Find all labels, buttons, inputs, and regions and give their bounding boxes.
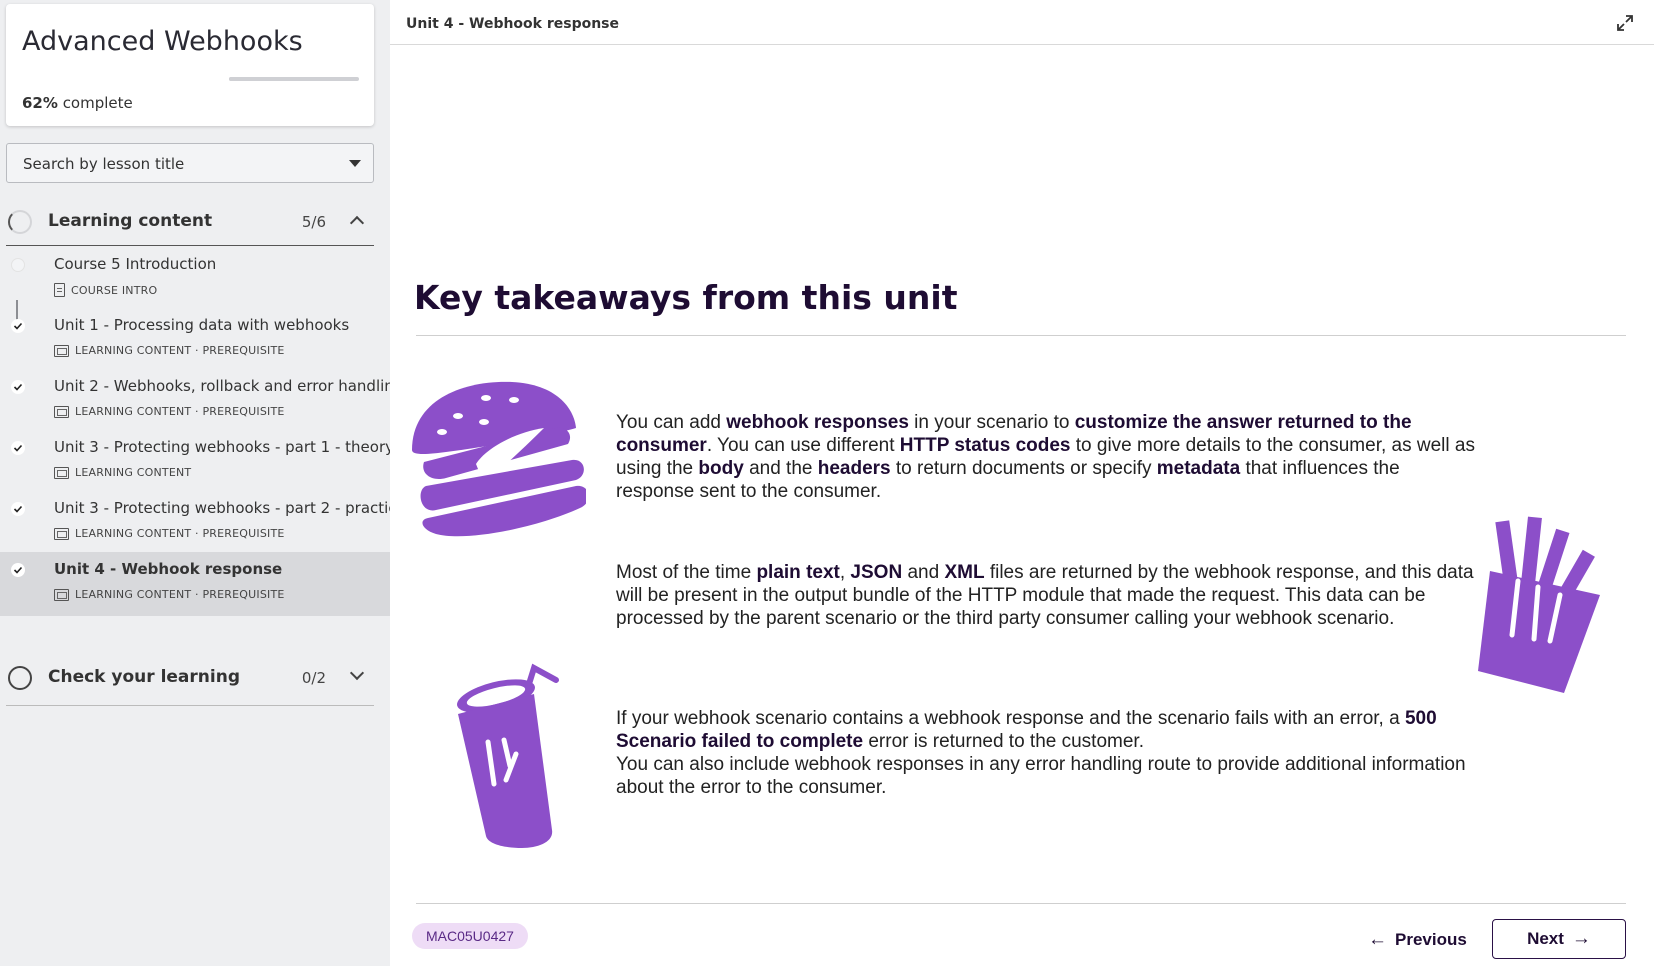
emphasis-text: body [698,458,744,479]
body-text: and the [743,458,818,479]
emphasis-text: XML [944,562,985,583]
course-title: Advanced Webhooks [22,26,303,57]
lesson-item[interactable]: Unit 3 - Protecting webhooks - part 2 - … [0,491,406,555]
search-placeholder: Search by lesson title [23,155,185,173]
expand-icon[interactable] [1616,14,1634,32]
burger-illustration [412,381,586,537]
progress-bar [229,77,359,81]
lesson-title: Unit 2 - Webhooks, rollback and error ha… [54,377,404,395]
previous-button[interactable]: ← Previous [1356,921,1479,959]
lesson-title: Unit 4 - Webhook response [54,560,283,578]
lesson-meta: LEARNING CONTENT · PREREQUISITE [54,527,285,540]
lesson-item[interactable]: Unit 4 - Webhook response LEARNING CONTEN… [0,552,390,616]
lesson-meta: LEARNING CONTENT · PREREQUISITE [54,588,285,601]
status-dot-icon [11,258,25,272]
lesson-meta: LEARNING CONTENT · PREREQUISITE [54,405,285,418]
check-icon [11,380,25,394]
body-text: error is returned to the customer. [863,731,1144,752]
chevron-down-icon[interactable] [349,665,365,681]
progress-percent: 62% [22,94,58,112]
arrow-left-icon: ← [1368,929,1387,950]
body-text: Most of the time [616,562,757,583]
previous-label: Previous [1395,930,1467,949]
screen-icon [54,405,69,418]
body-text: . You can use different [706,435,900,456]
body-text: If your webhook scenario contains a webh… [616,708,1405,729]
lesson-meta: LEARNING CONTENT [54,466,191,479]
lesson-title: Course 5 Introduction [54,255,217,273]
arrow-right-icon: → [1571,928,1591,949]
course-sidebar: Advanced Webhooks 62% complete Search by… [0,0,406,966]
screen-icon [54,527,69,540]
page-title: Key takeaways from this unit [414,278,958,317]
section-learning-content[interactable]: Learning content 5/6 [6,196,374,246]
body-text: in your scenario to [908,412,1075,433]
lesson-meta: COURSE INTRO [54,283,157,297]
emphasis-text: HTTP status codes [899,435,1071,456]
check-icon [11,319,25,333]
section-label: Learning content [48,211,213,231]
lesson-title: Unit 3 - Protecting webhooks - part 2 - … [54,499,406,517]
check-icon [11,502,25,516]
lesson-meta-text: LEARNING CONTENT · PREREQUISITE [75,588,285,601]
emphasis-text: headers [817,458,891,479]
emphasis-text: plain text [756,562,840,583]
lesson-meta-text: COURSE INTRO [71,283,158,297]
doc-icon [54,283,65,297]
takeaway-paragraph-2: Most of the time plain text, JSON and XM… [616,561,1476,630]
chevron-up-icon[interactable] [349,215,365,231]
empty-ring-icon [8,666,32,690]
lesson-content-panel: Unit 4 - Webhook response Key takeaways … [390,0,1654,966]
lesson-meta-text: LEARNING CONTENT [75,466,192,479]
section-label: Check your learning [48,667,240,687]
body-text: You can also include webhook responses i… [616,754,1466,798]
section-count: 0/2 [301,669,326,687]
emphasis-text: webhook responses [726,412,909,433]
emphasis-text: JSON [850,562,903,583]
takeaway-paragraph-3: If your webhook scenario contains a webh… [616,707,1476,799]
lesson-meta-text: LEARNING CONTENT · PREREQUISITE [75,344,285,357]
check-icon [11,441,25,455]
lesson-code-badge: MAC05U0427 [412,923,528,949]
section-count: 5/6 [301,213,326,231]
lesson-title: Unit 1 - Processing data with webhooks [54,316,350,334]
check-icon [11,563,25,577]
screen-icon [54,588,69,601]
takeaway-paragraph-1: You can add webhook responses in your sc… [616,411,1476,503]
lesson-title: Unit 3 - Protecting webhooks - part 1 - … [54,438,394,456]
progress-label: complete [62,94,133,112]
drink-illustration [457,663,559,848]
lesson-item[interactable]: Unit 2 - Webhooks, rollback and error ha… [0,369,403,433]
screen-icon [54,344,69,357]
progress-ring-icon [8,210,32,234]
body-text: You can add [616,412,727,433]
body-text: to return documents or specify [890,458,1157,479]
lesson-item[interactable]: Unit 3 - Protecting webhooks - part 1 - … [0,430,394,494]
emphasis-text: metadata [1156,458,1241,479]
body-text: , [839,562,851,583]
screen-icon [54,466,69,479]
lesson-topbar: Unit 4 - Webhook response [390,0,1654,45]
lesson-item[interactable]: Unit 1 - Processing data with webhooks LE… [0,308,390,372]
divider [416,335,1626,336]
course-card: Advanced Webhooks 62% complete [6,4,374,126]
section-check-your-learning[interactable]: Check your learning 0/2 [6,652,374,706]
progress-bar-fill [229,77,310,81]
lesson-meta-text: LEARNING CONTENT · PREREQUISITE [75,527,285,540]
next-button[interactable]: Next → [1492,919,1626,959]
footer-divider [416,903,1626,904]
progress-text: 62% complete [22,94,133,112]
lesson-search-select[interactable]: Search by lesson title [6,143,374,183]
body-text: and [902,562,945,583]
next-label: Next [1527,929,1564,948]
fries-illustration [1478,516,1600,693]
lesson-item[interactable]: Course 5 Introduction COURSE INTRO [0,247,390,311]
chevron-down-icon [349,160,361,167]
lesson-meta: LEARNING CONTENT · PREREQUISITE [54,344,285,357]
unit-title: Unit 4 - Webhook response [406,16,620,32]
lesson-meta-text: LEARNING CONTENT · PREREQUISITE [75,405,285,418]
